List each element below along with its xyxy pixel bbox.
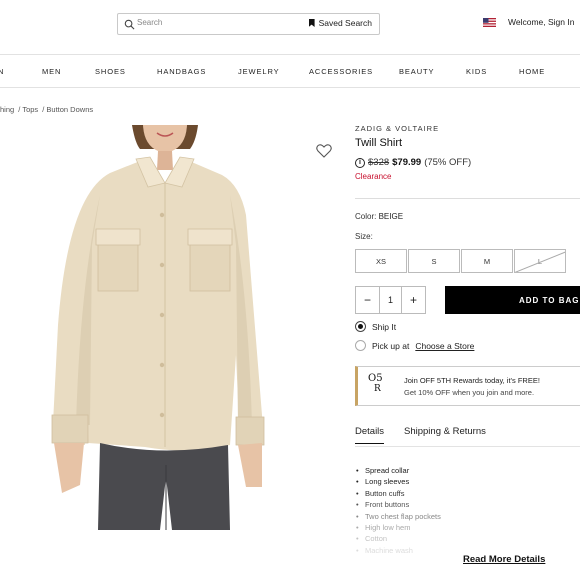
details-list: Spread collar Long sleeves Button cuffs … (356, 465, 441, 556)
nav-item-shoes[interactable]: SHOES (95, 67, 126, 76)
info-icon[interactable]: i (355, 157, 365, 168)
price-row: i $328 $79.99 (75% OFF) (355, 157, 471, 168)
nav-item-handbags[interactable]: HANDBAGS (157, 67, 206, 76)
off5th-logo: O5 R (368, 373, 383, 395)
breadcrumb: hing / Tops / Button Downs (0, 105, 95, 114)
nav-item-beauty[interactable]: BEAUTY (399, 67, 434, 76)
size-option-s[interactable]: S (408, 249, 460, 273)
saved-search-button[interactable]: Saved Search (308, 18, 372, 28)
product-brand[interactable]: ZADIG & VOLTAIRE (355, 124, 439, 133)
rewards-subtext: Get 10% OFF when you join and more. (404, 388, 535, 397)
tab-details[interactable]: Details (355, 426, 385, 444)
pickup-radio[interactable] (355, 340, 366, 351)
list-item: Machine wash (356, 545, 441, 556)
breadcrumb-button-downs[interactable]: / Button Downs (42, 105, 93, 114)
product-title: Twill Shirt (355, 137, 403, 149)
breadcrumb-clothing[interactable]: hing (0, 105, 14, 114)
nav-item-kids[interactable]: KIDS (466, 67, 487, 76)
list-item: Long sleeves (356, 476, 441, 487)
quantity-stepper: − 1 + (355, 286, 426, 314)
list-item: Button cuffs (356, 488, 441, 499)
read-more-details-link[interactable]: Read More Details (463, 554, 545, 565)
nav-item-men[interactable]: MEN (42, 67, 61, 76)
divider (355, 198, 580, 199)
us-flag-icon[interactable] (483, 18, 496, 27)
discount-percent: (75% OFF) (424, 157, 472, 168)
rewards-headline: Join OFF 5TH Rewards today, it's FREE! (404, 376, 540, 385)
tab-shipping-returns[interactable]: Shipping & Returns (404, 426, 486, 437)
list-item: Two chest flap pockets (356, 511, 441, 522)
logo-bottom: R (374, 384, 381, 394)
original-price: $328 (368, 157, 390, 168)
list-item: Cotton (356, 533, 441, 544)
size-option-l-unavailable[interactable]: L (514, 249, 566, 273)
search-bar[interactable]: Search Saved Search (117, 13, 380, 35)
pickup-label: Pick up at (372, 340, 410, 351)
saved-search-label: Saved Search (318, 18, 372, 28)
size-option-xs[interactable]: XS (355, 249, 407, 273)
nav-item-jewelry[interactable]: JEWELRY (238, 67, 280, 76)
nav-item-home[interactable]: HOME (519, 67, 545, 76)
search-icon (124, 19, 135, 30)
main-nav: N MEN SHOES HANDBAGS JEWELRY ACCESSORIES… (0, 54, 580, 88)
rewards-banner[interactable]: O5 R Join OFF 5TH Rewards today, it's FR… (355, 366, 580, 406)
ship-it-option[interactable]: Ship It (355, 321, 396, 332)
list-item: Spread collar (356, 465, 441, 476)
choose-store-link[interactable]: Choose a Store (415, 341, 474, 351)
color-value: BEIGE (378, 212, 404, 221)
sale-price: $79.99 (392, 157, 422, 168)
breadcrumb-tops[interactable]: / Tops (18, 105, 38, 114)
ship-it-label: Ship It (372, 321, 397, 332)
sign-in-link[interactable]: Welcome, Sign In (508, 17, 574, 27)
size-label: Size: (355, 232, 373, 241)
quantity-value[interactable]: 1 (379, 287, 402, 313)
list-item: High low hem (356, 522, 441, 533)
search-input[interactable]: Search (137, 18, 162, 27)
add-to-bag-button[interactable]: ADD TO BAG (445, 286, 580, 314)
list-item: Front buttons (356, 499, 441, 510)
ship-it-radio[interactable] (355, 321, 366, 332)
nav-item-women[interactable]: N (0, 67, 4, 76)
logo-top: O5 (368, 373, 383, 384)
tabs-divider (355, 446, 580, 447)
color-selection: Color: BEIGE (355, 212, 403, 221)
size-option-m[interactable]: M (461, 249, 513, 273)
color-label: Color: (355, 212, 377, 221)
decrease-quantity-button[interactable]: − (356, 287, 379, 313)
pickup-option[interactable]: Pick up at Choose a Store (355, 340, 474, 351)
increase-quantity-button[interactable]: + (402, 287, 425, 313)
clearance-badge: Clearance (355, 172, 392, 181)
nav-item-accessories[interactable]: ACCESSORIES (309, 67, 373, 76)
bookmark-icon (308, 19, 315, 27)
size-selector: XS S M L (355, 249, 567, 273)
heart-icon[interactable] (316, 144, 332, 158)
product-image[interactable] (40, 125, 280, 530)
